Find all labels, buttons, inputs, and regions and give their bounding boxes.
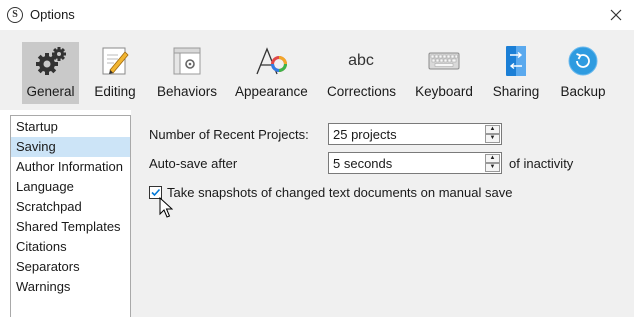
close-button[interactable] — [606, 5, 626, 25]
tab-behaviors-label: Behaviors — [156, 84, 218, 99]
editing-icon — [102, 47, 129, 75]
tab-sharing[interactable]: Sharing — [492, 42, 540, 104]
window-title: Options — [30, 7, 75, 22]
autosave-suffix: of inactivity — [509, 156, 574, 171]
recent-projects-spinbox[interactable]: 25 projects ▲ ▼ — [328, 123, 502, 145]
sharing-icon — [506, 46, 526, 76]
corrections-icon: abc — [348, 52, 374, 69]
mouse-cursor-icon — [159, 197, 173, 218]
tab-behaviors[interactable]: Behaviors — [156, 42, 218, 104]
sidebar-item-language[interactable]: Language — [11, 177, 130, 197]
tab-corrections-label: Corrections — [327, 84, 397, 99]
sidebar-item-scratchpad[interactable]: Scratchpad — [11, 197, 130, 217]
sidebar-item-citations[interactable]: Citations — [11, 237, 130, 257]
sidebar-item-startup[interactable]: Startup — [11, 117, 130, 137]
close-icon — [610, 9, 622, 21]
gears-icon — [35, 47, 66, 75]
options-toolbar: General Editing Behaviors Appearance abc… — [0, 30, 634, 110]
recent-projects-label: Number of Recent Projects: — [149, 127, 309, 142]
tab-appearance[interactable]: Appearance — [235, 42, 308, 104]
keyboard-icon — [428, 52, 460, 70]
backup-icon — [568, 46, 598, 76]
title-bar: S Options — [0, 0, 634, 30]
sidebar-item-shared-templates[interactable]: Shared Templates — [11, 217, 130, 237]
snapshots-label[interactable]: Take snapshots of changed text documents… — [167, 185, 512, 200]
app-logo-icon: S — [7, 7, 23, 23]
autosave-decrement-button[interactable]: ▼ — [485, 163, 500, 172]
autosave-increment-button[interactable]: ▲ — [485, 154, 500, 163]
sidebar-item-author-information[interactable]: Author Information — [11, 157, 130, 177]
tab-appearance-label: Appearance — [235, 84, 308, 99]
tab-keyboard[interactable]: Keyboard — [414, 42, 474, 104]
tab-editing[interactable]: Editing — [92, 42, 138, 104]
sidebar-item-saving[interactable]: Saving — [11, 137, 130, 157]
recent-projects-decrement-button[interactable]: ▼ — [485, 134, 500, 143]
autosave-value: 5 seconds — [333, 156, 393, 171]
sidebar-item-warnings[interactable]: Warnings — [11, 277, 130, 297]
recent-projects-value: 25 projects — [333, 127, 397, 142]
tab-backup[interactable]: Backup — [559, 42, 607, 104]
tab-corrections[interactable]: abc Corrections — [327, 42, 397, 104]
autosave-spinbox[interactable]: 5 seconds ▲ ▼ — [328, 152, 502, 174]
behaviors-icon — [173, 47, 201, 75]
tab-sharing-label: Sharing — [492, 84, 540, 99]
recent-projects-increment-button[interactable]: ▲ — [485, 125, 500, 134]
tab-keyboard-label: Keyboard — [415, 84, 473, 99]
autosave-label: Auto-save after — [149, 156, 238, 171]
tab-backup-label: Backup — [560, 84, 606, 99]
sidebar-item-separators[interactable]: Separators — [11, 257, 130, 277]
appearance-icon — [256, 47, 287, 75]
tab-general-label: General — [26, 84, 75, 99]
tab-editing-label: Editing — [94, 84, 136, 99]
options-sidebar: Startup Saving Author Information Langua… — [10, 115, 131, 317]
tab-general[interactable]: General — [22, 42, 79, 104]
saving-settings-panel: Number of Recent Projects: 25 projects ▲… — [131, 110, 634, 317]
